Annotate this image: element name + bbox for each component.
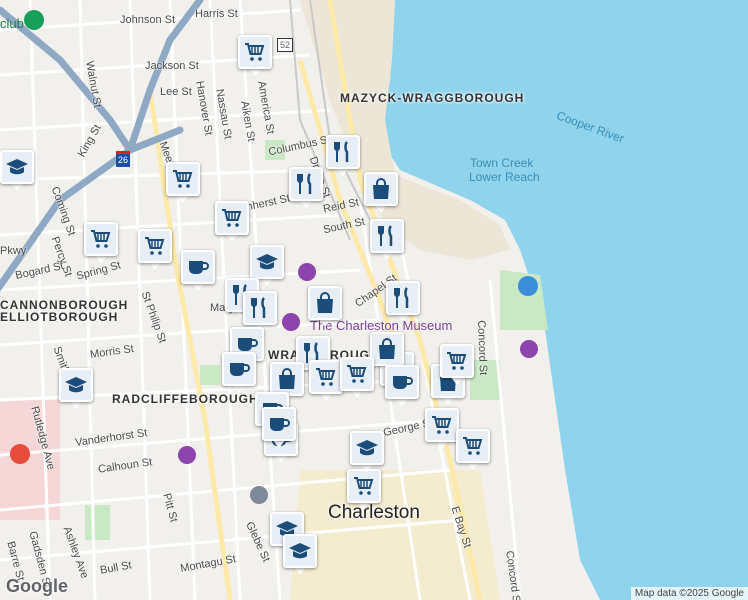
school-icon xyxy=(283,534,317,568)
restaurant-icon xyxy=(289,167,323,201)
street-label: Harris St xyxy=(195,8,238,20)
neighborhood-label: RADCLIFFEBOROUGH xyxy=(112,392,259,406)
grocery-marker[interactable] xyxy=(215,201,249,243)
interstate-shield: 26 xyxy=(116,151,130,167)
shopping-icon xyxy=(270,362,304,396)
school-marker[interactable] xyxy=(283,534,317,576)
grocery-marker[interactable] xyxy=(238,35,272,77)
grocery-marker[interactable] xyxy=(166,162,200,204)
restaurant-marker[interactable] xyxy=(370,219,404,261)
grocery-icon xyxy=(340,357,374,391)
restaurant-icon xyxy=(370,219,404,253)
route-shield: 52 xyxy=(277,38,293,52)
school-icon xyxy=(0,150,34,184)
google-logo: Google xyxy=(6,576,68,596)
grocery-icon xyxy=(425,408,459,442)
grocery-marker[interactable] xyxy=(138,229,172,271)
street-label: Pkwy xyxy=(0,245,27,257)
museum-icon[interactable] xyxy=(178,446,196,464)
grocery-marker[interactable] xyxy=(425,408,459,450)
museum-icon[interactable] xyxy=(298,263,316,281)
museum-icon[interactable] xyxy=(520,340,538,358)
school-marker[interactable] xyxy=(0,150,34,192)
grocery-icon xyxy=(138,229,172,263)
coffee-marker[interactable] xyxy=(181,250,215,292)
shopping-icon xyxy=(370,332,404,366)
restaurant-icon xyxy=(243,291,277,325)
shopping-marker[interactable] xyxy=(364,172,398,214)
water-label: Town Creek xyxy=(470,156,534,170)
harbor-icon[interactable] xyxy=(518,276,538,296)
shopping-marker[interactable] xyxy=(308,286,342,328)
shopping-icon xyxy=(308,286,342,320)
grocery-marker[interactable] xyxy=(309,360,343,402)
street-label: Lee St xyxy=(160,86,192,98)
grocery-icon xyxy=(84,222,118,256)
coffee-icon xyxy=(222,352,256,386)
school-icon xyxy=(250,245,284,279)
coffee-marker[interactable] xyxy=(385,365,419,407)
grocery-icon xyxy=(309,360,343,394)
grocery-icon xyxy=(347,469,381,503)
restaurant-marker[interactable] xyxy=(326,135,360,177)
street-label: Jackson St xyxy=(145,60,199,72)
coffee-marker[interactable] xyxy=(222,352,256,394)
school-marker[interactable] xyxy=(59,368,93,410)
grocery-icon xyxy=(215,201,249,235)
street-label: Johnson St xyxy=(120,14,176,26)
grocery-icon xyxy=(238,35,272,69)
restaurant-marker[interactable] xyxy=(386,281,420,323)
grocery-marker[interactable] xyxy=(456,429,490,471)
water-label: Lower Reach xyxy=(469,170,540,184)
restaurant-marker[interactable] xyxy=(289,167,323,209)
club-icon[interactable] xyxy=(24,10,44,30)
restaurant-icon xyxy=(386,281,420,315)
map-canvas[interactable]: MAZYCK-WRAGGBOROUGH CANNONBOROUGH ELLIOT… xyxy=(0,0,748,600)
school-icon xyxy=(350,431,384,465)
coffee-icon xyxy=(262,407,296,441)
coffee-icon xyxy=(181,250,215,284)
school-marker[interactable] xyxy=(350,431,384,473)
museum-icon[interactable] xyxy=(282,313,300,331)
neighborhood-label: MAZYCK-WRAGGBOROUGH xyxy=(340,91,525,105)
neighborhood-label: ELLIOTBOROUGH xyxy=(0,310,119,324)
club-label[interactable]: club xyxy=(0,16,24,31)
coffee-icon xyxy=(385,365,419,399)
grocery-icon xyxy=(166,162,200,196)
grocery-marker[interactable] xyxy=(84,222,118,264)
school-icon[interactable] xyxy=(250,486,268,504)
school-icon xyxy=(59,368,93,402)
hospital-icon[interactable] xyxy=(10,444,30,464)
map-attribution[interactable]: Map data ©2025 Google xyxy=(630,587,748,600)
grocery-marker[interactable] xyxy=(340,357,374,399)
restaurant-icon xyxy=(326,135,360,169)
grocery-marker[interactable] xyxy=(347,469,381,511)
street-label: Concord St xyxy=(475,320,489,376)
shopping-icon xyxy=(364,172,398,206)
grocery-icon xyxy=(456,429,490,463)
grocery-marker[interactable] xyxy=(440,344,474,386)
grocery-icon xyxy=(440,344,474,378)
coffee-marker[interactable] xyxy=(262,407,296,449)
